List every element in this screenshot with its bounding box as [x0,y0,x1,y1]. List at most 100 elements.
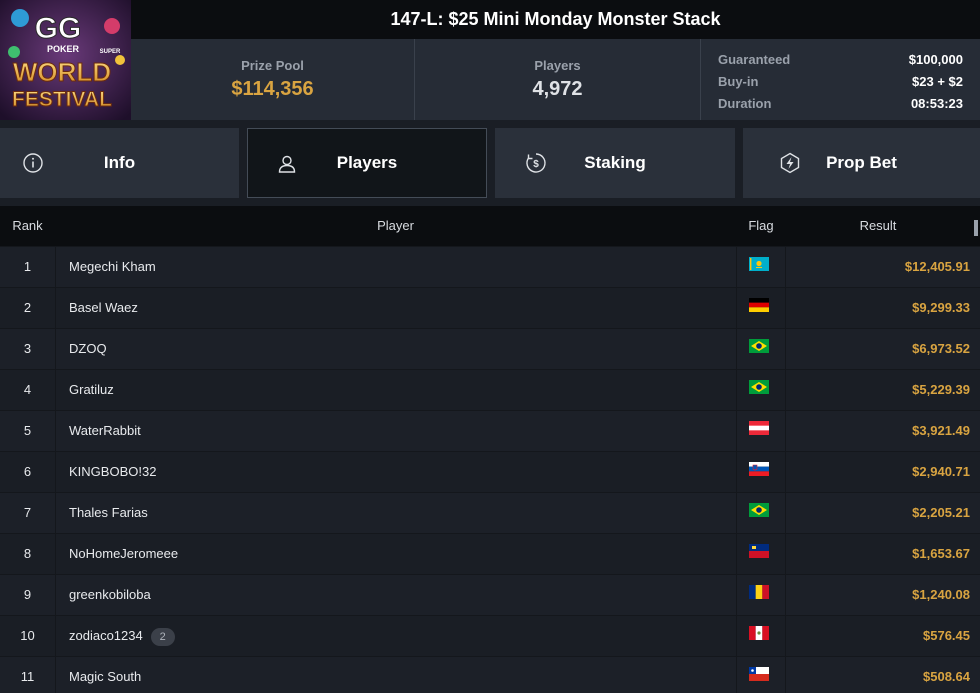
dollar-coin-icon: $ [526,153,546,173]
table-row[interactable]: 1 Megechi Kham $12,405.91 [0,246,980,287]
result-cell: $6,973.52 [912,341,970,356]
chile-flag-icon [749,667,769,681]
buy-in-label: Buy-in [718,73,759,89]
player-name[interactable]: NoHomeJeromeee [69,546,178,561]
table-row[interactable]: 4 Gratiluz $5,229.39 [0,369,980,410]
brazil-flag-icon [749,380,769,394]
guaranteed-value: $100,000 [908,51,963,67]
svg-text:POKER: POKER [47,44,80,54]
player-name[interactable]: greenkobiloba [69,587,151,602]
duration-row: Duration 08:53:23 [718,92,963,114]
prize-pool-stat: Prize Pool $114,356 [131,39,414,120]
flag-cell [736,411,786,451]
tab-staking[interactable]: $ Staking [495,128,735,198]
result-column-header[interactable]: Result [786,206,970,246]
tab-info[interactable]: Info [0,128,239,198]
tournament-lobby: GG POKER SUPER WORLD FESTIVAL 147-L: $25… [0,0,980,693]
result-cell: $5,229.39 [912,382,970,397]
table-row[interactable]: 2 Basel Waez $9,299.33 [0,287,980,328]
tab-prop-bet[interactable]: Prop Bet [743,128,980,198]
liechtenstein-flag-icon [749,544,769,558]
player-cell: Thales Farias [55,493,736,533]
table-row[interactable]: 5 WaterRabbit $3,921.49 [0,410,980,451]
player-column-header[interactable]: Player [55,206,736,246]
tournament-title: 147-L: $25 Mini Monday Monster Stack [131,0,980,39]
table-row[interactable]: 7 Thales Farias $2,205.21 [0,492,980,533]
svg-text:WORLD: WORLD [13,57,111,87]
tournament-title-text: 147-L: $25 Mini Monday Monster Stack [390,9,721,29]
player-cell: WaterRabbit [55,411,736,451]
buy-in-row: Buy-in $23 + $2 [718,70,963,92]
svg-text:GG: GG [35,12,82,45]
table-row[interactable]: 9 greenkobiloba $1,240.08 [0,574,980,615]
rank-cell: 2 [23,300,32,315]
table-row[interactable]: 6 KINGBOBO!32 $2,940.71 [0,451,980,492]
table-row[interactable]: 8 NoHomeJeromeee $1,653.67 [0,533,980,574]
rank-cell: 3 [23,341,32,356]
svg-text:FESTIVAL: FESTIVAL [12,88,112,111]
rank-cell: 8 [23,546,32,561]
tournament-details: Guaranteed $100,000 Buy-in $23 + $2 Dura… [701,39,980,120]
flag-cell [736,452,786,492]
rank-cell: 10 [20,628,35,643]
player-cell: Magic South [55,657,736,693]
rank-cell: 1 [23,259,32,274]
result-cell: $2,205.21 [912,505,970,520]
austria-flag-icon [749,421,769,435]
tab-players[interactable]: Players [247,128,487,198]
result-cell: $1,240.08 [912,587,970,602]
result-cell: $508.64 [923,669,970,684]
tab-bar: Info Players $ Staking Prop Bet [0,128,980,198]
rank-cell: 6 [23,464,32,479]
flag-column-header[interactable]: Flag [736,206,786,246]
players-table: Rank Player Flag Result 1 Megechi Kham $12… [0,206,980,693]
scrollbar-thumb[interactable] [974,220,978,236]
player-name[interactable]: KINGBOBO!32 [69,464,156,479]
rank-cell: 7 [23,505,32,520]
tournament-stats: Prize Pool $114,356 Players 4,972 Guaran… [131,39,980,120]
prop-bet-icon [780,152,800,174]
guaranteed-label: Guaranteed [718,51,791,67]
flag-cell [736,534,786,574]
player-name[interactable]: Basel Waez [69,300,138,315]
rank-column-header[interactable]: Rank [0,206,55,246]
flag-cell [736,657,786,693]
result-cell: $1,653.67 [912,546,970,561]
player-name[interactable]: Magic South [69,669,141,684]
player-name[interactable]: DZOQ [69,341,107,356]
player-name[interactable]: Megechi Kham [69,259,156,274]
player-cell: Megechi Kham [55,247,736,287]
flag-cell [736,329,786,369]
flag-cell [736,616,786,656]
prize-pool-label: Prize Pool [241,58,304,73]
brazil-flag-icon [749,503,769,517]
player-name[interactable]: Gratiluz [69,382,114,397]
rank-cell: 11 [20,669,35,684]
user-icon [278,155,296,173]
result-cell: $2,940.71 [912,464,970,479]
flag-cell [736,288,786,328]
rank-cell: 4 [23,382,32,397]
players-stat: Players 4,972 [414,39,701,120]
player-name[interactable]: WaterRabbit [69,423,141,438]
players-count-value: 4,972 [532,78,583,100]
svg-text:$: $ [533,159,539,170]
table-body: 1 Megechi Kham $12,405.91 2 Basel Waez $9,299… [0,246,980,693]
table-row[interactable]: 10 zodiaco1234 2 $576.45 [0,615,980,656]
gg-world-festival-logo: GG POKER SUPER WORLD FESTIVAL [0,0,131,120]
svg-text:SUPER: SUPER [100,49,121,55]
player-cell: KINGBOBO!32 [55,452,736,492]
table-row[interactable]: 3 DZOQ $6,973.52 [0,328,980,369]
slovenia-flag-icon [749,462,769,476]
table-row[interactable]: 11 Magic South $508.64 [0,656,980,693]
player-name[interactable]: Thales Farias [69,505,148,520]
rank-cell: 5 [23,423,32,438]
player-cell: Gratiluz [55,370,736,410]
entries-badge: 2 [150,627,175,646]
flag-cell [736,370,786,410]
player-name[interactable]: zodiaco1234 [69,628,143,643]
player-cell: Basel Waez [55,288,736,328]
result-cell: $12,405.91 [904,259,970,274]
guaranteed-row: Guaranteed $100,000 [718,48,963,70]
romania-flag-icon [749,585,769,599]
